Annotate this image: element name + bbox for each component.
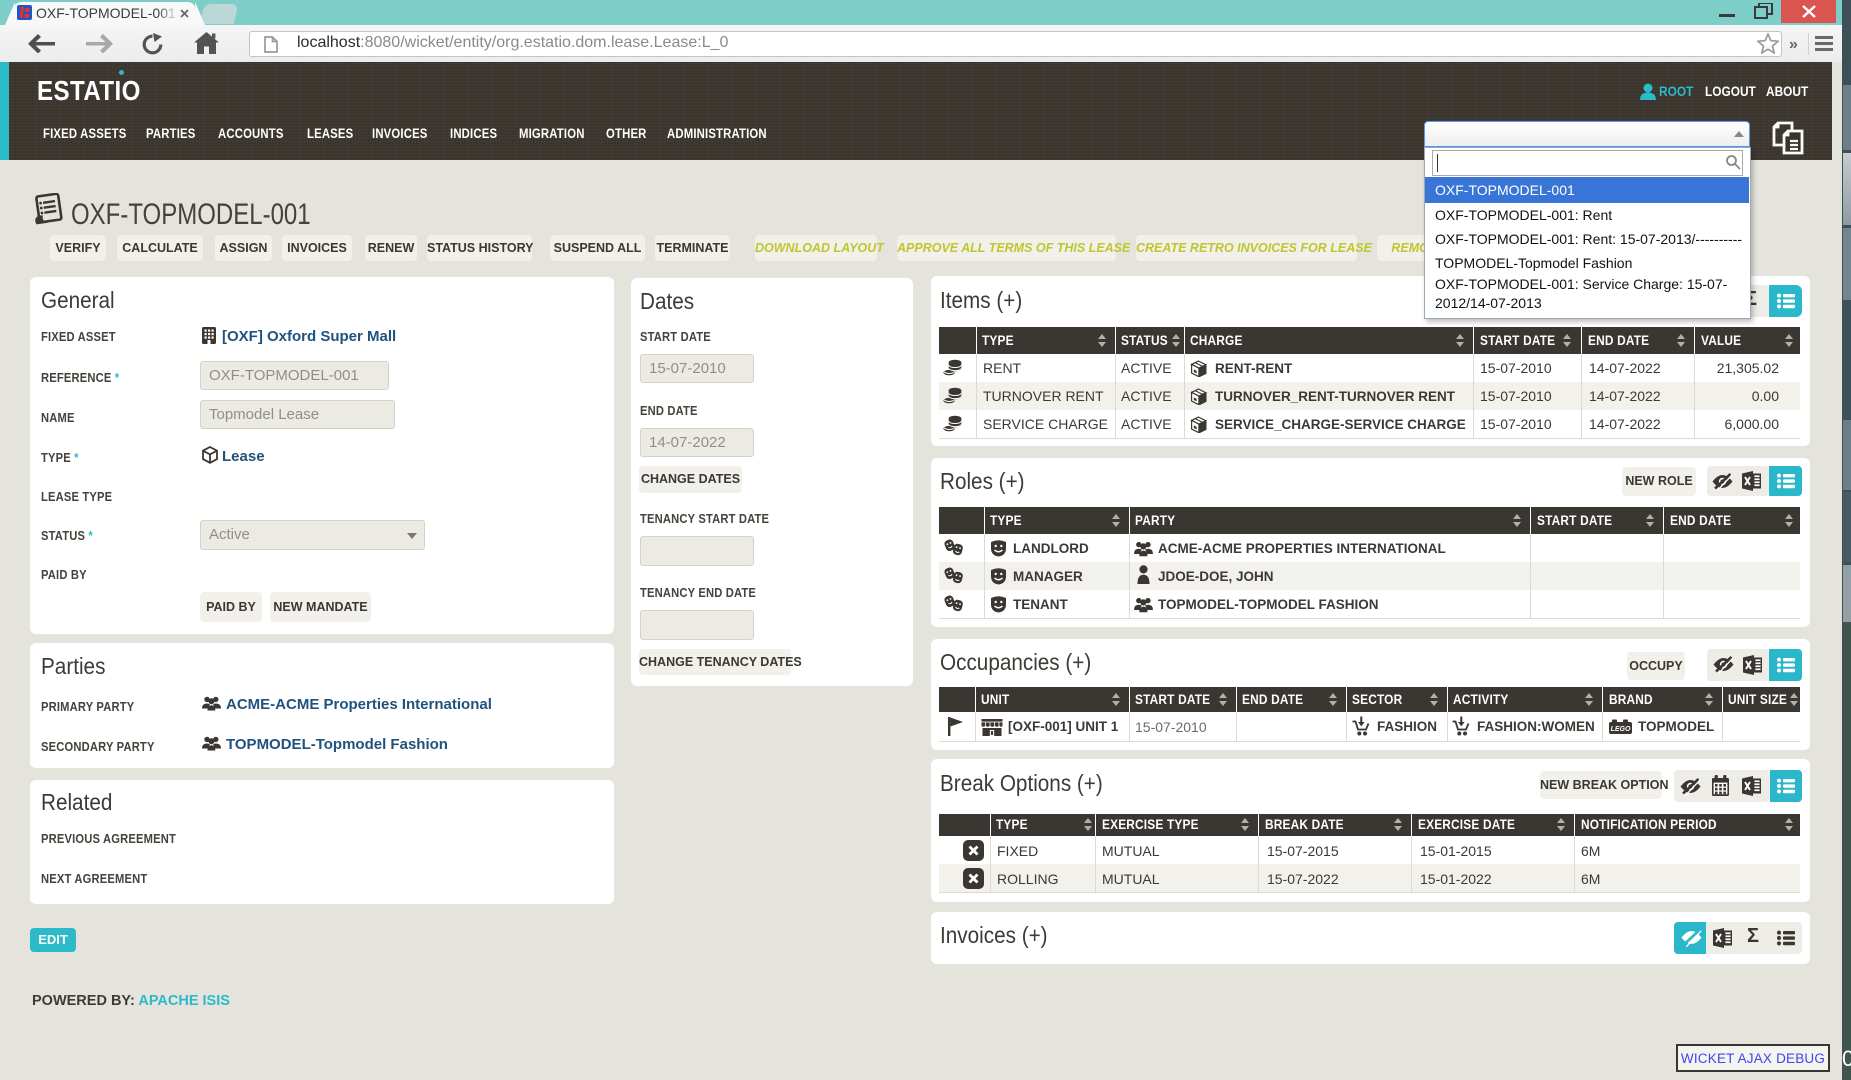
svg-text:LEGO: LEGO	[1611, 726, 1631, 733]
